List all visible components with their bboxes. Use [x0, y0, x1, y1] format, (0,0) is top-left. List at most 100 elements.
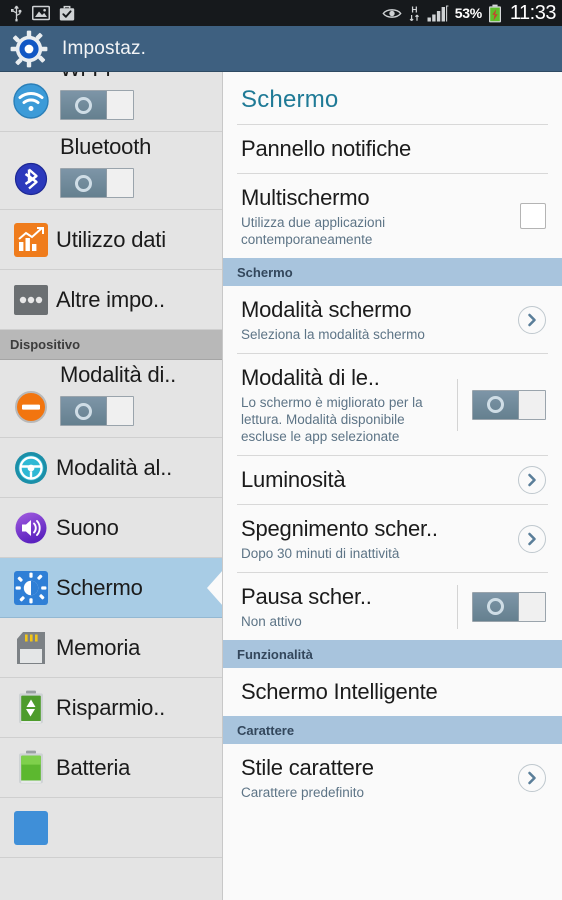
sidebar-item-wifi[interactable]: Wi-Fi [0, 72, 222, 132]
sidebar-item-label-utilizzo-dati: Utilizzo dati [56, 226, 166, 252]
applications-icon [12, 809, 50, 847]
schermo-settings-panel[interactable]: Schermo Pannello notifiche Multischermo … [222, 72, 562, 900]
status-bar-left-icons [10, 5, 75, 22]
row-title-pausa-schermo: Pausa scher.. [241, 584, 372, 609]
sidebar-item-risparmio-energetico[interactable]: Risparmio.. [0, 678, 222, 738]
multischermo-checkbox[interactable] [520, 203, 546, 229]
sidebar-item-label-schermo: Schermo [56, 574, 143, 600]
clock-label: 11:33 [509, 2, 557, 24]
data-usage-icon [12, 221, 50, 259]
main-content: Wi-Fi Bluetooth [0, 72, 562, 900]
sidebar-item-label-modalita-alla-guida: Modalità al.. [56, 454, 173, 480]
display-brightness-icon [12, 569, 50, 607]
sidebar-item-schermo[interactable]: Schermo [0, 558, 222, 618]
panel-section-label-carattere: Carattere [237, 722, 295, 738]
chevron-right-icon [528, 532, 536, 545]
row-title-modalita-di-lettura: Modalità di le.. [241, 365, 380, 390]
sidebar-item-label-batteria: Batteria [56, 754, 131, 780]
panel-section-label-funzionalita: Funzionalità [237, 646, 313, 662]
row-schermo-intelligente[interactable]: Schermo Intelligente [223, 668, 562, 716]
sd-card-icon [12, 629, 50, 667]
row-title-pannello-notifiche: Pannello notifiche [241, 136, 412, 161]
panel-section-funzionalita: Funzionalità [223, 640, 562, 668]
hspa-data-icon: H [409, 4, 419, 22]
sidebar-item-altre-impostazioni[interactable]: Altre impo.. [0, 270, 222, 330]
spegnimento-schermo-chevron-button[interactable] [518, 524, 546, 553]
sidebar-item-label-memoria: Memoria [56, 634, 141, 660]
row-title-spegnimento-schermo: Spegnimento scher.. [241, 516, 438, 541]
wifi-icon [12, 82, 50, 120]
battery-percent-label: 53% [454, 5, 482, 21]
app-title-bar: Impostaz. [0, 26, 562, 72]
signal-bars-icon [427, 4, 449, 21]
panel-section-carattere: Carattere [223, 716, 562, 744]
battery-charging-icon [488, 4, 501, 22]
row-pausa-schermo[interactable]: Pausa scher.. Non attivo [223, 573, 562, 640]
row-subtitle-multischermo: Utilizza due applicazioni contemporaneam… [241, 215, 386, 247]
pausa-schermo-toggle[interactable] [472, 591, 546, 622]
settings-gear-icon[interactable] [10, 30, 48, 68]
row-title-stile-carattere: Stile carattere [241, 755, 374, 780]
sound-speaker-icon [12, 509, 50, 547]
panel-title: Schermo [241, 86, 339, 113]
row-luminosita[interactable]: Luminosità [223, 456, 562, 504]
sidebar-item-bluetooth[interactable]: Bluetooth [0, 132, 222, 210]
row-multischermo[interactable]: Multischermo Utilizza due applicazioni c… [223, 174, 562, 258]
more-dots-icon [12, 281, 50, 319]
battery-icon [12, 749, 50, 787]
sidebar-item-modalita-di-blocco[interactable]: Modalità di.. [0, 360, 222, 438]
row-stile-carattere[interactable]: Stile carattere Carattere predefinito [223, 744, 562, 811]
sidebar-item-suono[interactable]: Suono [0, 498, 222, 558]
panel-section-label-schermo: Schermo [237, 264, 293, 280]
chevron-right-icon [528, 313, 536, 326]
sidebar-item-utilizzo-dati[interactable]: Utilizzo dati [0, 210, 222, 270]
sidebar-item-memoria[interactable]: Memoria [0, 618, 222, 678]
stile-carattere-chevron-button[interactable] [518, 763, 546, 792]
power-saving-icon [12, 689, 50, 727]
driving-mode-icon [12, 449, 50, 487]
bluetooth-toggle[interactable] [60, 168, 134, 198]
row-subtitle-spegnimento-schermo: Dopo 30 minuti di inattività [241, 546, 400, 561]
luminosita-chevron-button[interactable] [518, 466, 546, 494]
row-subtitle-pausa-schermo: Non attivo [241, 614, 302, 629]
row-modalita-di-lettura[interactable]: Modalità di le.. Lo schermo è migliorato… [223, 354, 562, 455]
status-bar[interactable]: H 53% 11:33 [0, 0, 562, 26]
row-spegnimento-schermo[interactable]: Spegnimento scher.. Dopo 30 minuti di in… [223, 505, 562, 572]
svg-text:H: H [411, 4, 417, 14]
image-icon [32, 5, 50, 21]
sidebar-item-label-modalita-di-blocco: Modalità di.. [60, 362, 177, 387]
row-title-schermo-intelligente: Schermo Intelligente [241, 679, 438, 704]
sidebar-item-batteria[interactable]: Batteria [0, 738, 222, 798]
app-title-label: Impostaz. [62, 37, 147, 59]
sidebar-section-dispositivo: Dispositivo [0, 330, 222, 360]
row-title-modalita-schermo: Modalità schermo [241, 297, 412, 322]
row-subtitle-stile-carattere: Carattere predefinito [241, 785, 365, 800]
sidebar-item-label-wifi: Wi-Fi [60, 72, 111, 82]
modalita-schermo-chevron-button[interactable] [518, 305, 546, 334]
selected-item-notch [207, 569, 222, 606]
bluetooth-icon [12, 160, 50, 198]
modalita-di-blocco-toggle[interactable] [60, 396, 134, 426]
panel-section-schermo: Schermo [223, 258, 562, 286]
wifi-toggle[interactable] [60, 90, 134, 120]
sidebar-item-label-altre-impostazioni: Altre impo.. [56, 286, 165, 312]
blocking-mode-icon [12, 388, 50, 426]
row-subtitle-modalita-schermo: Seleziona la modalità schermo [241, 327, 425, 342]
sidebar-item-partial-next[interactable] [0, 798, 222, 858]
briefcase-check-icon [59, 5, 75, 20]
sidebar-item-label-bluetooth: Bluetooth [60, 134, 152, 159]
sidebar-item-label-suono: Suono [56, 514, 119, 540]
sidebar-item-modalita-alla-guida[interactable]: Modalità al.. [0, 438, 222, 498]
chevron-right-icon [528, 771, 536, 784]
row-pannello-notifiche[interactable]: Pannello notifiche [223, 125, 562, 173]
sidebar-section-label-dispositivo: Dispositivo [10, 337, 81, 352]
row-subtitle-modalita-di-lettura: Lo schermo è migliorato per la lettura. … [241, 395, 423, 444]
settings-sidebar[interactable]: Wi-Fi Bluetooth [0, 72, 222, 900]
chevron-right-icon [528, 473, 536, 487]
status-bar-right-icons: H 53% 11:33 [382, 2, 557, 24]
row-title-multischermo: Multischermo [241, 185, 370, 210]
row-modalita-schermo[interactable]: Modalità schermo Seleziona la modalità s… [223, 286, 562, 353]
usb-icon [11, 5, 22, 21]
modalita-di-lettura-toggle[interactable] [472, 389, 546, 420]
row-title-luminosita: Luminosità [241, 467, 346, 492]
